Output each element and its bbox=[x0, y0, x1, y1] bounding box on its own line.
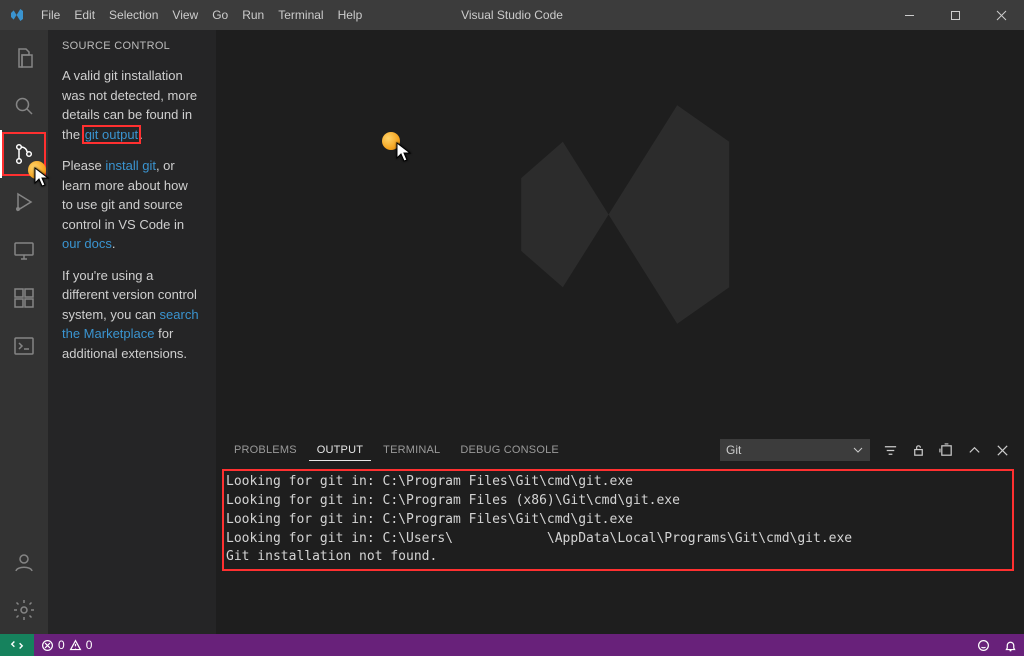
activity-source-control[interactable] bbox=[0, 130, 48, 178]
panel-maximize-icon[interactable] bbox=[962, 439, 986, 461]
close-window-button[interactable] bbox=[978, 0, 1024, 30]
menu-bar: File Edit Selection View Go Run Terminal… bbox=[34, 0, 369, 30]
status-bar: 0 0 bbox=[0, 634, 1024, 656]
tab-problems[interactable]: PROBLEMS bbox=[226, 440, 305, 460]
warning-icon bbox=[69, 639, 82, 652]
maximize-button[interactable] bbox=[932, 0, 978, 30]
menu-file[interactable]: File bbox=[34, 0, 67, 30]
menu-edit[interactable]: Edit bbox=[67, 0, 102, 30]
scm-message-3: If you're using a different version cont… bbox=[62, 266, 202, 364]
status-feedback[interactable] bbox=[970, 634, 997, 656]
our-docs-link[interactable]: our docs bbox=[62, 236, 112, 251]
panel-tabs: PROBLEMS OUTPUT TERMINAL DEBUG CONSOLE G… bbox=[216, 435, 1024, 465]
vscode-window: File Edit Selection View Go Run Terminal… bbox=[0, 0, 1024, 656]
title-bar: File Edit Selection View Go Run Terminal… bbox=[0, 0, 1024, 30]
menu-help[interactable]: Help bbox=[331, 0, 370, 30]
annotation-cursor-right bbox=[396, 142, 414, 167]
activity-settings[interactable] bbox=[0, 586, 48, 634]
minimize-button[interactable] bbox=[886, 0, 932, 30]
editor-group: PROBLEMS OUTPUT TERMINAL DEBUG CONSOLE G… bbox=[216, 30, 1024, 634]
activity-remote-explorer[interactable] bbox=[0, 226, 48, 274]
menu-terminal[interactable]: Terminal bbox=[271, 0, 330, 30]
output-lock-icon[interactable] bbox=[906, 439, 930, 461]
menu-view[interactable]: View bbox=[165, 0, 205, 30]
vscode-logo-icon bbox=[0, 7, 34, 23]
output-filter-icon[interactable] bbox=[878, 439, 902, 461]
panel-close-icon[interactable] bbox=[990, 439, 1014, 461]
output-channel-value: Git bbox=[726, 443, 741, 457]
vscode-watermark-icon bbox=[490, 84, 750, 347]
output-channel-select[interactable]: Git bbox=[720, 439, 870, 461]
output-text: Looking for git in: C:\Program Files\Git… bbox=[222, 469, 1014, 571]
status-problems[interactable]: 0 0 bbox=[34, 634, 99, 656]
scm-message-2: Please install git, or learn more about … bbox=[62, 156, 202, 254]
activity-search[interactable] bbox=[0, 82, 48, 130]
source-control-sidebar: SOURCE CONTROL A valid git installation … bbox=[48, 30, 216, 634]
status-notifications[interactable] bbox=[997, 634, 1024, 656]
editor-empty bbox=[216, 30, 1024, 434]
activity-extensions[interactable] bbox=[0, 274, 48, 322]
remote-indicator[interactable] bbox=[0, 634, 34, 656]
error-icon bbox=[41, 639, 54, 652]
chevron-down-icon bbox=[852, 444, 864, 456]
menu-go[interactable]: Go bbox=[205, 0, 235, 30]
tab-debug-console[interactable]: DEBUG CONSOLE bbox=[452, 440, 567, 460]
output-clear-icon[interactable] bbox=[934, 439, 958, 461]
activity-accounts[interactable] bbox=[0, 538, 48, 586]
bottom-panel: PROBLEMS OUTPUT TERMINAL DEBUG CONSOLE G… bbox=[216, 434, 1024, 634]
activity-bar bbox=[0, 30, 48, 634]
git-output-link[interactable]: git output bbox=[84, 127, 140, 142]
bell-icon bbox=[1004, 639, 1017, 652]
scm-message-1: A valid git installation was not detecte… bbox=[62, 66, 202, 144]
activity-terminal-misc[interactable] bbox=[0, 322, 48, 370]
feedback-icon bbox=[977, 639, 990, 652]
tab-terminal[interactable]: TERMINAL bbox=[375, 440, 448, 460]
activity-explorer[interactable] bbox=[0, 34, 48, 82]
menu-run[interactable]: Run bbox=[235, 0, 271, 30]
tab-output[interactable]: OUTPUT bbox=[309, 440, 371, 461]
install-git-link[interactable]: install git bbox=[105, 158, 156, 173]
output-area[interactable]: Looking for git in: C:\Program Files\Git… bbox=[216, 465, 1024, 634]
menu-selection[interactable]: Selection bbox=[102, 0, 165, 30]
activity-run-debug[interactable] bbox=[0, 178, 48, 226]
sidebar-title: SOURCE CONTROL bbox=[48, 30, 216, 60]
